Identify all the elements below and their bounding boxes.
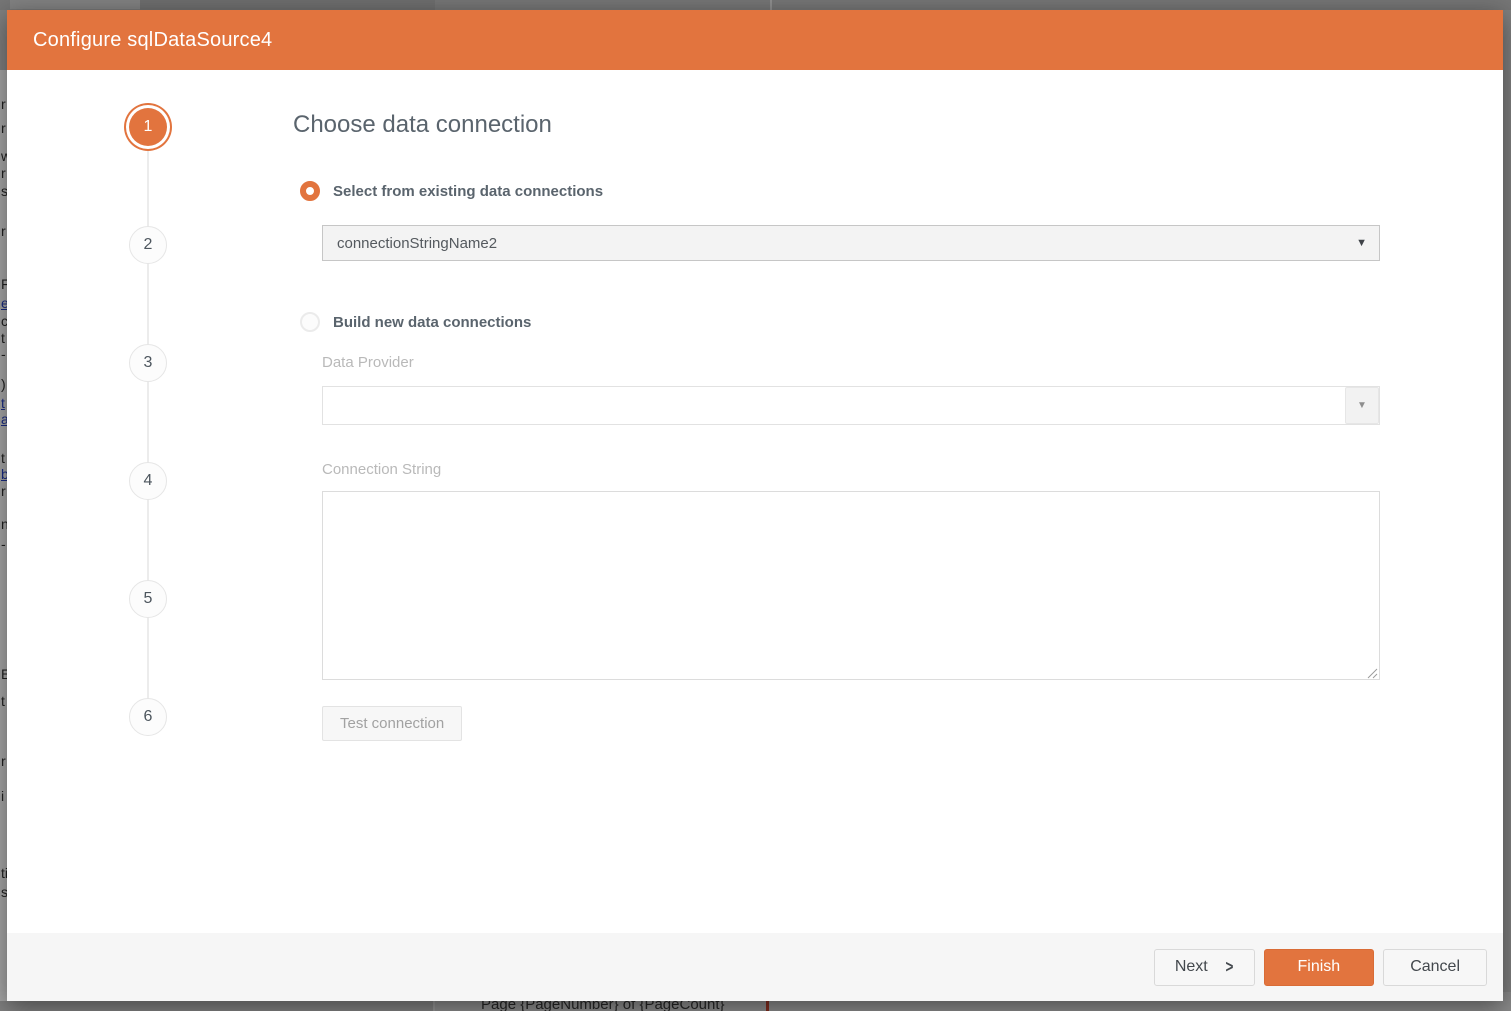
dialog-header: Configure sqlDataSource4 <box>7 10 1503 70</box>
data-provider-select[interactable]: ▼ <box>322 386 1380 425</box>
test-connection-button[interactable]: Test connection <box>322 706 462 741</box>
wizard-step-3[interactable]: 3 <box>129 344 167 382</box>
connection-name-select[interactable]: connectionStringName2 ▼ <box>322 225 1380 261</box>
radio-build-label: Build new data connections <box>333 314 531 331</box>
caret-down-icon: ▼ <box>1356 237 1367 249</box>
caret-down-icon: ▼ <box>1357 400 1367 411</box>
radio-build-new-connections[interactable]: Build new data connections <box>300 312 531 332</box>
wizard-stepper: 1 2 3 4 5 6 <box>129 108 167 736</box>
connection-string-textarea[interactable] <box>322 491 1380 680</box>
cancel-button[interactable]: Cancel <box>1383 949 1487 986</box>
wizard-step-5[interactable]: 5 <box>129 580 167 618</box>
configure-datasource-dialog: Configure sqlDataSource4 1 2 3 4 5 6 Cho… <box>7 10 1503 1001</box>
next-button-label: Next <box>1175 958 1208 976</box>
wizard-step-6[interactable]: 6 <box>129 698 167 736</box>
data-provider-label: Data Provider <box>322 354 414 371</box>
radio-selected-icon <box>300 181 320 201</box>
radio-existing-label: Select from existing data connections <box>333 183 603 200</box>
connection-name-value: connectionStringName2 <box>337 235 497 252</box>
chevron-right-icon: > <box>1225 957 1233 977</box>
dialog-footer: Next > Finish Cancel <box>7 933 1503 1001</box>
data-provider-dropdown-button[interactable]: ▼ <box>1345 387 1379 424</box>
dialog-title: Configure sqlDataSource4 <box>33 29 272 52</box>
wizard-step-4[interactable]: 4 <box>129 462 167 500</box>
connection-string-label: Connection String <box>322 461 441 478</box>
finish-button[interactable]: Finish <box>1264 949 1375 986</box>
page-title: Choose data connection <box>293 111 552 139</box>
wizard-step-1[interactable]: 1 <box>129 108 167 146</box>
next-button[interactable]: Next > <box>1154 949 1255 986</box>
radio-unselected-icon <box>300 312 320 332</box>
wizard-step-2[interactable]: 2 <box>129 226 167 264</box>
radio-existing-connections[interactable]: Select from existing data connections <box>300 181 603 201</box>
